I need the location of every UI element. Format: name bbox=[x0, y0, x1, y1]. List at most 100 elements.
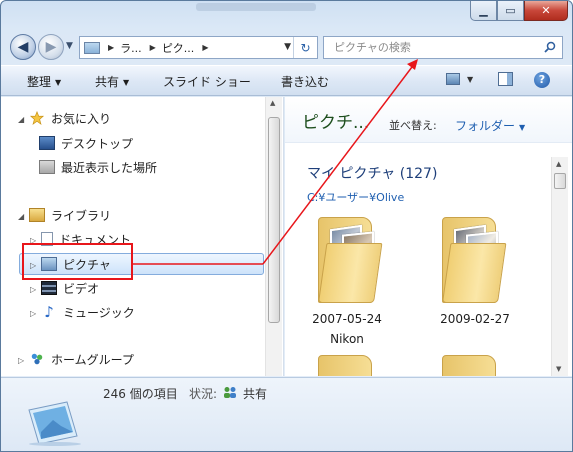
folder-label-2[interactable]: 2009-02-27 bbox=[427, 309, 523, 329]
back-arrow-icon: ◀ bbox=[17, 39, 29, 55]
folder-front bbox=[318, 243, 383, 303]
scroll-up-icon[interactable]: ▲ bbox=[556, 160, 561, 168]
arrange-by-value: フォルダー bbox=[455, 119, 516, 133]
preview-pane-icon[interactable] bbox=[498, 72, 513, 86]
folder-icon bbox=[318, 355, 372, 376]
nav-label-desktop: デスクトップ bbox=[61, 136, 134, 151]
pictures-library-icon bbox=[28, 401, 81, 446]
folder-thumbnail-2[interactable] bbox=[436, 213, 507, 303]
minimize-button[interactable]: ▁ bbox=[470, 1, 497, 21]
slideshow-button[interactable]: スライド ショー bbox=[163, 73, 251, 90]
folder-label-1[interactable]: 2007-05-24Nikon bbox=[299, 309, 395, 349]
scroll-up-icon[interactable]: ▲ bbox=[270, 99, 275, 107]
item-count: 246 個の項目 bbox=[103, 387, 178, 401]
nav-label-music: ミュージック bbox=[63, 305, 135, 320]
scroll-thumb[interactable] bbox=[554, 173, 566, 189]
breadcrumb-separator-icon[interactable]: ▶ bbox=[150, 43, 156, 52]
maximize-button[interactable]: ▭ bbox=[497, 1, 524, 21]
scroll-thumb[interactable] bbox=[268, 117, 280, 323]
view-dropdown-icon[interactable]: ▼ bbox=[467, 75, 473, 84]
library-header: ピクチ... 並べ替え: フォルダー ▼ bbox=[285, 97, 572, 143]
content-pane: ピクチ... 並べ替え: フォルダー ▼ マイ ピクチャ (127) C:¥ユーザ… bbox=[285, 97, 572, 376]
breadcrumb-libraries[interactable]: ラ... bbox=[120, 40, 142, 56]
pictures-icon bbox=[41, 257, 57, 271]
desktop-icon bbox=[39, 136, 55, 150]
nav-item-desktop[interactable]: デスクトップ bbox=[39, 133, 133, 153]
caption-buttons: ▁ ▭ ✕ bbox=[470, 1, 568, 21]
search-box[interactable] bbox=[323, 36, 563, 59]
location-title: マイ ピクチャ (127) bbox=[307, 166, 438, 182]
recent-pages-dropdown[interactable]: ▼ bbox=[66, 41, 73, 51]
homegroup-icon bbox=[31, 353, 43, 365]
arrange-dropdown-icon: ▼ bbox=[519, 123, 526, 132]
breadcrumb-separator-icon[interactable]: ▶ bbox=[108, 43, 114, 52]
videos-icon bbox=[41, 281, 57, 295]
details-pane: 246 個の項目 状況: 共有 bbox=[1, 377, 572, 451]
folder-thumbnail-3[interactable] bbox=[312, 351, 382, 376]
address-dropdown-icon[interactable]: ▼ bbox=[284, 42, 291, 52]
nav-item-music[interactable]: ♪ ミュージック bbox=[41, 302, 135, 322]
share-dropdown-icon: ▼ bbox=[123, 78, 130, 87]
expand-music-icon[interactable]: ▷ bbox=[30, 309, 36, 318]
pictures-library-icon bbox=[84, 41, 100, 54]
organize-label: 整理 bbox=[27, 75, 52, 89]
nav-label-homegroup: ホームグループ bbox=[51, 352, 134, 367]
nav-item-videos[interactable]: ビデオ bbox=[41, 278, 99, 298]
arrange-by-dropdown[interactable]: フォルダー ▼ bbox=[455, 117, 525, 134]
nav-label-videos: ビデオ bbox=[63, 281, 100, 296]
refresh-icon[interactable]: ↻ bbox=[293, 37, 317, 58]
recent-places-icon bbox=[39, 160, 55, 174]
nav-label-libraries: ライブラリ bbox=[51, 208, 112, 223]
nav-item-pictures[interactable]: ピクチャ bbox=[41, 254, 111, 274]
expand-libraries-icon[interactable]: ◢ bbox=[18, 212, 24, 221]
expand-favorites-icon[interactable]: ◢ bbox=[18, 115, 24, 124]
breadcrumb-pictures[interactable]: ピク... bbox=[162, 40, 195, 56]
star-icon bbox=[29, 111, 45, 125]
library-icon bbox=[29, 208, 45, 222]
nav-item-recent[interactable]: 最近表示した場所 bbox=[39, 157, 157, 177]
help-icon[interactable]: ? bbox=[534, 72, 550, 88]
scroll-down-icon[interactable]: ▼ bbox=[556, 365, 561, 373]
documents-icon bbox=[41, 232, 53, 246]
burn-button[interactable]: 書き込む bbox=[281, 73, 329, 90]
view-icon[interactable] bbox=[446, 73, 460, 85]
arrange-by-label: 並べ替え: bbox=[389, 119, 437, 132]
expand-videos-icon[interactable]: ▷ bbox=[30, 285, 36, 294]
nav-item-documents[interactable]: ドキュメント bbox=[41, 229, 131, 249]
search-icon[interactable] bbox=[544, 41, 556, 53]
content-scrollbar[interactable]: ▲ ▼ bbox=[551, 157, 568, 376]
forward-arrow-icon: ▶ bbox=[45, 39, 57, 55]
folder-icon bbox=[442, 355, 496, 376]
library-location-title[interactable]: マイ ピクチャ (127) bbox=[307, 163, 437, 183]
state-label: 状況: bbox=[189, 387, 218, 401]
organize-dropdown-icon: ▼ bbox=[55, 78, 62, 87]
state-value: 共有 bbox=[243, 387, 268, 401]
share-label: 共有 bbox=[95, 75, 120, 89]
nav-label-favorites: お気に入り bbox=[51, 111, 112, 126]
close-button[interactable]: ✕ bbox=[524, 1, 568, 21]
library-heading: ピクチ... bbox=[302, 113, 370, 133]
nav-label-documents: ドキュメント bbox=[59, 232, 132, 247]
nav-label-pictures: ピクチャ bbox=[63, 257, 111, 272]
nav-label-recent: 最近表示した場所 bbox=[61, 160, 158, 175]
expand-pictures-icon[interactable]: ▷ bbox=[30, 261, 36, 270]
title-ghost bbox=[196, 3, 316, 11]
nav-item-homegroup[interactable]: ホームグループ bbox=[29, 349, 134, 369]
folder-thumbnail-4[interactable] bbox=[436, 351, 506, 376]
address-bar[interactable]: ▶ ラ... ▶ ピク... ▶ ▼ ↻ bbox=[79, 36, 318, 59]
expand-homegroup-icon[interactable]: ▷ bbox=[18, 356, 24, 365]
music-icon: ♪ bbox=[44, 303, 54, 321]
forward-button[interactable]: ▶ bbox=[38, 34, 64, 60]
search-input[interactable] bbox=[334, 41, 534, 54]
organize-button[interactable]: 整理 ▼ bbox=[27, 73, 61, 90]
navigation-scrollbar[interactable]: ▲ bbox=[265, 97, 282, 376]
share-button[interactable]: 共有 ▼ bbox=[95, 73, 129, 90]
back-button[interactable]: ◀ bbox=[10, 34, 36, 60]
nav-item-favorites[interactable]: お気に入り bbox=[29, 108, 111, 128]
folder-thumbnail-1[interactable] bbox=[312, 213, 383, 303]
expand-documents-icon[interactable]: ▷ bbox=[30, 236, 36, 245]
nav-item-libraries[interactable]: ライブラリ bbox=[29, 205, 111, 225]
explorer-window: ▁ ▭ ✕ ◀ ▶ ▼ ▶ ラ... ▶ ピク... ▶ ▼ ↻ 整理▼ 共有▼… bbox=[0, 0, 573, 452]
library-location-path[interactable]: C:¥ユーザー¥Olive bbox=[307, 189, 404, 205]
breadcrumb-separator-icon[interactable]: ▶ bbox=[202, 43, 208, 52]
